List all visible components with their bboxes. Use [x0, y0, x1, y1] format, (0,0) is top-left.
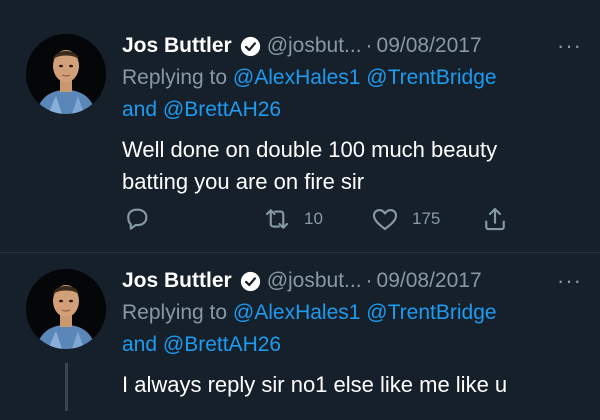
tweet-text-line: batting you are on fire sir — [122, 169, 365, 194]
mention-link[interactable]: @AlexHales1 — [233, 301, 361, 324]
tweet-text: I always reply sir no1 else like me like… — [122, 369, 592, 401]
author-handle[interactable]: @josbut... — [267, 34, 362, 58]
tweet-text-line: I always reply sir no1 else like me like… — [122, 372, 508, 397]
author-handle[interactable]: @josbut... — [267, 269, 362, 293]
separator-dot: · — [365, 34, 373, 57]
author-name[interactable]: Jos Buttler — [122, 269, 232, 293]
like-count: 175 — [412, 209, 441, 228]
retweet-count: 10 — [304, 209, 323, 228]
replying-to: Replying to @AlexHales1 @TrentBridge — [122, 297, 592, 329]
heart-icon — [370, 204, 400, 234]
replying-prefix: Replying to — [122, 301, 228, 324]
more-options-icon[interactable]: ··· — [557, 30, 582, 62]
separator-dot: · — [365, 269, 373, 292]
and-text: and — [122, 333, 158, 356]
replying-to-continued: and @BrettAH26 — [122, 329, 592, 361]
verified-badge-icon — [240, 271, 261, 292]
tweet-date[interactable]: 09/08/2017 — [377, 34, 482, 58]
tweet-content: Jos Buttler @josbut... · 09/08/2017 ··· … — [122, 30, 592, 198]
mention-link[interactable]: @TrentBridge — [366, 301, 496, 324]
mention-link[interactable]: @BrettAH26 — [163, 333, 281, 356]
share-button[interactable] — [480, 204, 510, 234]
reply-button[interactable] — [122, 204, 152, 234]
tweet-header: Jos Buttler @josbut... · 09/08/2017 ··· — [122, 265, 592, 297]
replying-to-continued: and @BrettAH26 — [122, 94, 592, 126]
tweet[interactable]: Jos Buttler @josbut... · 09/08/2017 ··· … — [0, 253, 600, 420]
tweet-date[interactable]: 09/08/2017 — [377, 269, 482, 293]
tweet-header: Jos Buttler @josbut... · 09/08/2017 ··· — [122, 30, 592, 62]
mention-link[interactable]: @BrettAH26 — [163, 98, 281, 121]
mention-link[interactable]: @TrentBridge — [366, 66, 496, 89]
like-button[interactable]: 175 — [370, 204, 440, 234]
tweet-text: Well done on double 100 much beauty batt… — [122, 134, 592, 198]
more-options-icon[interactable]: ··· — [557, 265, 582, 297]
and-text: and — [122, 98, 158, 121]
mention-link[interactable]: @AlexHales1 — [233, 66, 361, 89]
author-name[interactable]: Jos Buttler — [122, 34, 232, 58]
replying-prefix: Replying to — [122, 66, 228, 89]
tweet-actions: 10 175 — [122, 204, 542, 244]
share-icon — [480, 204, 510, 234]
tweet[interactable]: Jos Buttler @josbut... · 09/08/2017 ··· … — [0, 0, 600, 253]
retweet-button[interactable]: 10 — [262, 204, 323, 234]
avatar[interactable] — [26, 34, 106, 114]
reply-icon — [122, 204, 152, 234]
tweet-text-line: Well done on double 100 much beauty — [122, 137, 498, 162]
replying-to: Replying to @AlexHales1 @TrentBridge — [122, 62, 592, 94]
tweet-content: Jos Buttler @josbut... · 09/08/2017 ··· … — [122, 265, 592, 401]
thread-line — [65, 363, 68, 411]
verified-badge-icon — [240, 36, 261, 57]
retweet-icon — [262, 204, 292, 234]
avatar[interactable] — [26, 269, 106, 349]
